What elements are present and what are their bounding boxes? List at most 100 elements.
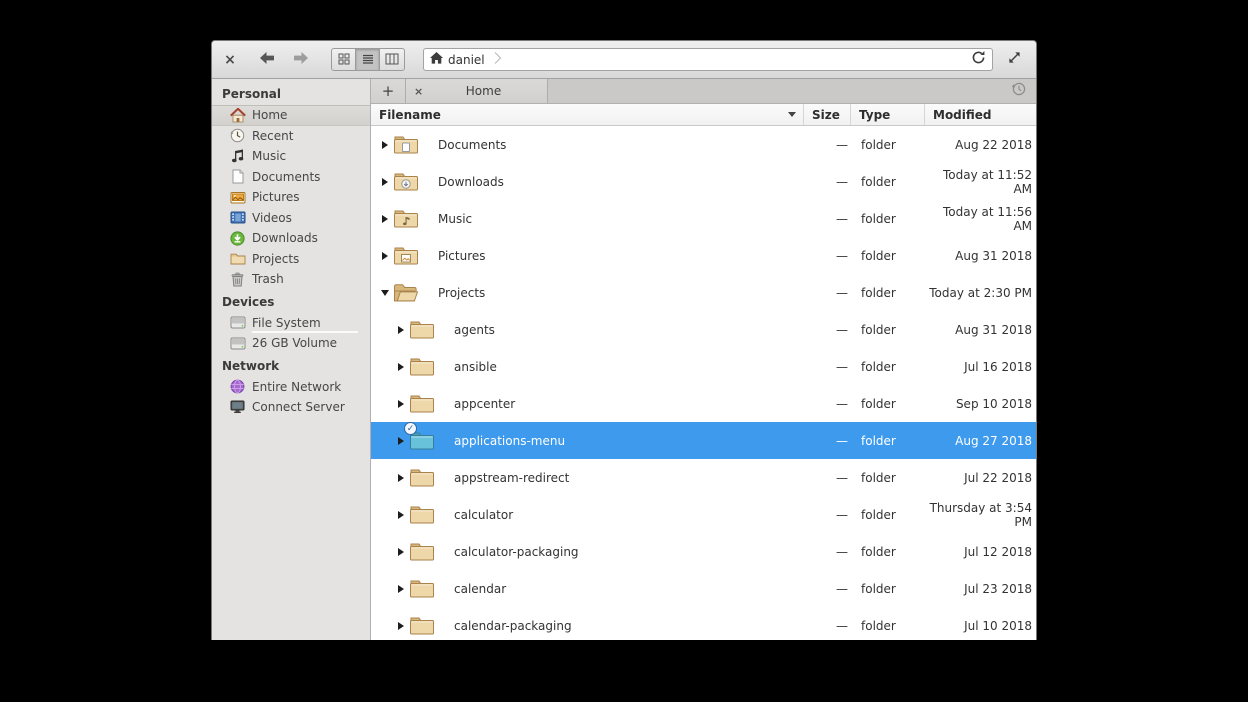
breadcrumb[interactable]: daniel: [430, 51, 502, 68]
column-header-size[interactable]: Size: [804, 104, 851, 125]
sidebar-item-entire-network[interactable]: Entire Network: [212, 377, 370, 398]
cell-modified: Aug 22 2018: [925, 138, 1036, 152]
table-row[interactable]: appstream-redirect — folder Jul 22 2018: [371, 459, 1036, 496]
toolbar: ×: [212, 41, 1036, 79]
cell-size: —: [804, 138, 851, 152]
cell-size: —: [804, 545, 851, 559]
cell-type: folder: [851, 397, 925, 411]
sidebar-item-connect-server[interactable]: Connect Server: [212, 397, 370, 418]
sidebar-item-label: Music: [252, 149, 286, 163]
expander-icon[interactable]: [395, 437, 407, 445]
column-view-button[interactable]: [380, 49, 404, 70]
sidebar-item-recent[interactable]: Recent: [212, 126, 370, 147]
expander-icon[interactable]: [379, 215, 391, 223]
sidebar-item-downloads[interactable]: Downloads: [212, 228, 370, 249]
cell-modified: Today at 11:52 AM: [925, 168, 1036, 196]
tab-bar: + × Home: [371, 79, 1036, 104]
sidebar-item-label: File System: [252, 316, 321, 330]
sidebar-item-26-gb-volume[interactable]: 26 GB Volume: [212, 333, 370, 354]
back-button[interactable]: [255, 48, 279, 72]
cell-type: folder: [851, 508, 925, 522]
history-icon[interactable]: [1011, 81, 1027, 101]
file-name: Projects: [438, 286, 485, 300]
main-pane: + × Home Filename: [371, 79, 1036, 640]
expander-icon[interactable]: [395, 511, 407, 519]
table-row[interactable]: calendar — folder Jul 23 2018: [371, 570, 1036, 607]
table-row[interactable]: ✓ applications-menu — folder Aug 27 2018: [371, 422, 1036, 459]
sidebar-item-home[interactable]: Home: [212, 105, 370, 126]
table-row[interactable]: Music — folder Today at 11:56 AM: [371, 200, 1036, 237]
tab-bar-filler: [548, 79, 1036, 103]
sidebar-item-label: Trash: [252, 272, 284, 286]
trash-icon: [229, 271, 246, 287]
check-badge-icon: ✓: [404, 422, 417, 435]
window-close-button[interactable]: ×: [221, 52, 239, 68]
sidebar-item-file-system[interactable]: File System: [212, 313, 370, 334]
cell-type: folder: [851, 138, 925, 152]
table-row[interactable]: agents — folder Aug 31 2018: [371, 311, 1036, 348]
column-header-modified[interactable]: Modified: [925, 104, 1036, 125]
cell-type: folder: [851, 286, 925, 300]
refresh-icon[interactable]: [971, 50, 986, 69]
cell-filename: ansible: [371, 356, 804, 377]
expander-icon[interactable]: [379, 290, 391, 296]
tab-close-icon[interactable]: ×: [414, 85, 428, 98]
sidebar-item-videos[interactable]: Videos: [212, 208, 370, 229]
grid-view-button[interactable]: [332, 49, 356, 70]
sort-arrow-icon[interactable]: [788, 112, 796, 117]
breadcrumb-label: daniel: [448, 53, 485, 67]
fullscreen-button[interactable]: [1001, 48, 1027, 72]
file-name: Downloads: [438, 175, 504, 189]
sidebar-item-pictures[interactable]: Pictures: [212, 187, 370, 208]
cell-size: —: [804, 286, 851, 300]
table-row[interactable]: ansible — folder Jul 16 2018: [371, 348, 1036, 385]
expander-icon[interactable]: [395, 363, 407, 371]
cell-filename: appstream-redirect: [371, 467, 804, 488]
sidebar: Personal Home Recent Music Documents Pic…: [212, 79, 371, 640]
tab-home[interactable]: × Home: [406, 79, 548, 103]
server-icon: [229, 399, 246, 415]
pathbar[interactable]: daniel: [423, 48, 993, 71]
sidebar-item-label: Documents: [252, 170, 320, 184]
expander-icon[interactable]: [379, 141, 391, 149]
table-row[interactable]: appcenter — folder Sep 10 2018: [371, 385, 1036, 422]
sidebar-item-projects[interactable]: Projects: [212, 249, 370, 270]
cell-size: —: [804, 471, 851, 485]
list-view-button[interactable]: [356, 49, 380, 70]
table-row[interactable]: calculator-packaging — folder Jul 12 201…: [371, 533, 1036, 570]
expander-icon[interactable]: [395, 548, 407, 556]
sidebar-item-documents[interactable]: Documents: [212, 167, 370, 188]
sidebar-item-label: Videos: [252, 211, 292, 225]
cell-type: folder: [851, 434, 925, 448]
sidebar-item-trash[interactable]: Trash: [212, 269, 370, 290]
cell-size: —: [804, 323, 851, 337]
expander-icon[interactable]: [395, 400, 407, 408]
cell-size: —: [804, 619, 851, 633]
content: Personal Home Recent Music Documents Pic…: [212, 79, 1036, 640]
sidebar-section: Personal Home Recent Music Documents Pic…: [212, 82, 370, 290]
table-row[interactable]: calculator — folder Thursday at 3:54 PM: [371, 496, 1036, 533]
forward-button[interactable]: [289, 48, 313, 72]
cell-filename: calculator-packaging: [371, 541, 804, 562]
table-row[interactable]: Downloads — folder Today at 11:52 AM: [371, 163, 1036, 200]
expander-icon[interactable]: [379, 252, 391, 260]
sidebar-item-label: Pictures: [252, 190, 300, 204]
expander-icon[interactable]: [395, 585, 407, 593]
sidebar-item-music[interactable]: Music: [212, 146, 370, 167]
file-name: applications-menu: [454, 434, 565, 448]
table-row[interactable]: Documents — folder Aug 22 2018: [371, 126, 1036, 163]
new-tab-button[interactable]: +: [371, 79, 406, 103]
list-view-icon: [362, 50, 374, 69]
folder-icon: [409, 467, 435, 488]
folder-icon: [393, 171, 419, 192]
expander-icon[interactable]: [395, 326, 407, 334]
expander-icon[interactable]: [379, 178, 391, 186]
table-row[interactable]: Projects — folder Today at 2:30 PM: [371, 274, 1036, 311]
table-row[interactable]: calendar-packaging — folder Jul 10 2018: [371, 607, 1036, 640]
column-header-type[interactable]: Type: [851, 104, 925, 125]
expander-icon[interactable]: [395, 474, 407, 482]
cell-size: —: [804, 508, 851, 522]
column-header-filename[interactable]: Filename: [371, 104, 804, 125]
table-row[interactable]: Pictures — folder Aug 31 2018: [371, 237, 1036, 274]
expander-icon[interactable]: [395, 622, 407, 630]
